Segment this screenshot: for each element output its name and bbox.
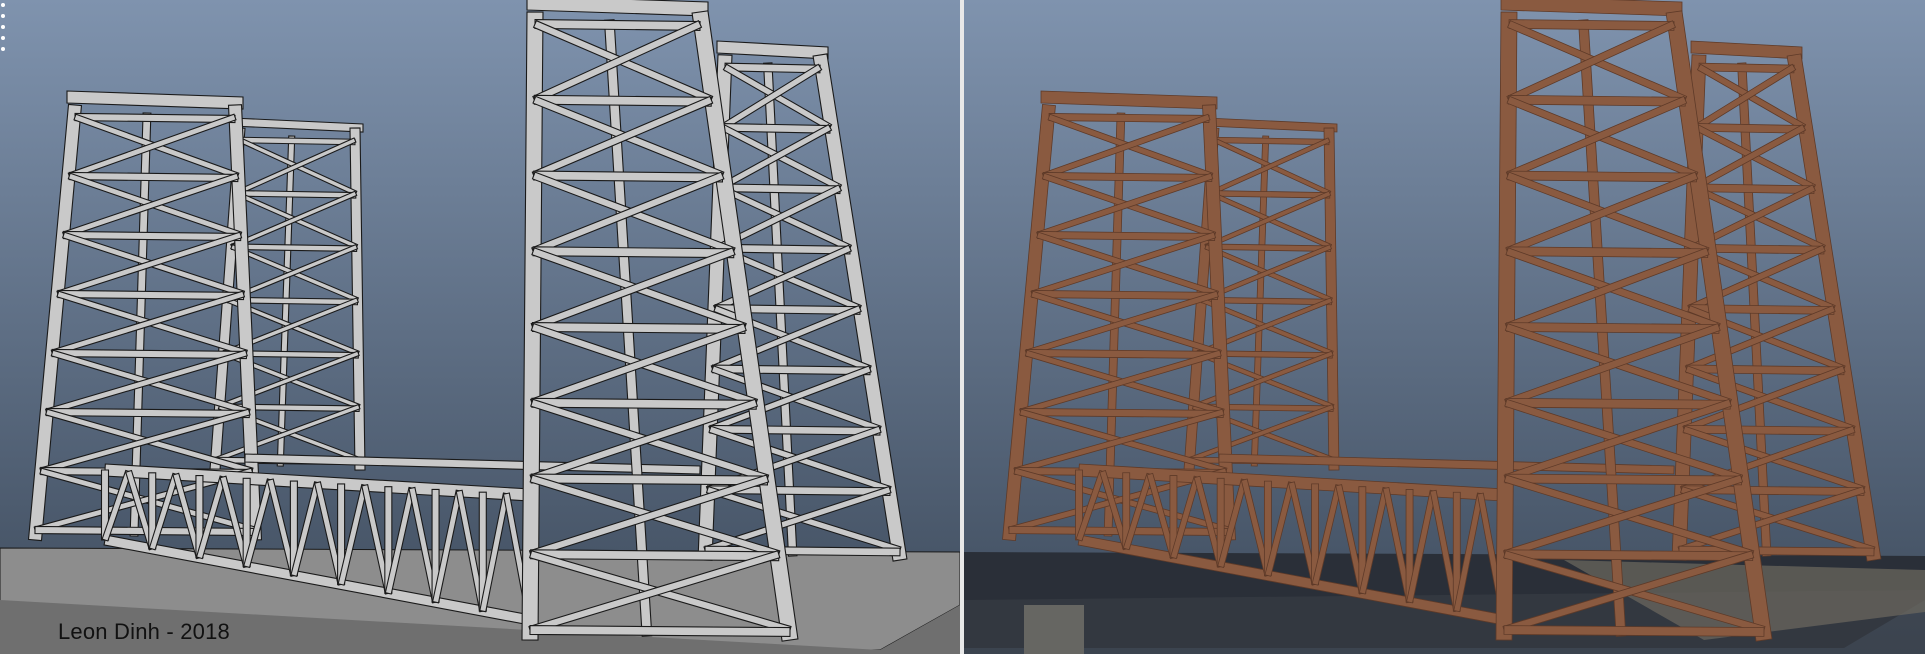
tower-front-right-strut — [533, 170, 724, 183]
tower-front-right-strut — [533, 94, 712, 107]
tower-front-right-strut — [530, 549, 780, 562]
tower-front-right-strut — [531, 397, 757, 410]
tower-front-right-strut — [1505, 397, 1731, 410]
tower-front-right-strut — [532, 246, 735, 259]
tower-back-right-strut — [1683, 424, 1855, 436]
tower-front-right-strut — [1506, 246, 1709, 259]
tower-front-left-strut — [57, 289, 245, 301]
wireframe-bridge-render — [0, 0, 960, 654]
tower-front-right-strut — [1507, 170, 1697, 183]
tower-back-right-strut — [1693, 183, 1815, 195]
tower-back-right-strut — [1686, 364, 1845, 376]
tower-front-right-strut — [1508, 19, 1675, 31]
tower-front-left-strut — [68, 171, 239, 183]
tower-front-right-strut — [1504, 473, 1742, 486]
tower-back-right-strut — [711, 364, 871, 376]
tower-front-left-strut — [1037, 231, 1216, 241]
tower-front-right-strut — [534, 19, 701, 31]
tower-front-right-strut — [1506, 322, 1720, 334]
wireframe-viewport[interactable]: Leon Dinh - 2018 — [0, 0, 960, 654]
tower-front-right-strut — [1507, 94, 1686, 107]
tower-front-left-strut — [51, 348, 248, 360]
tower-front-left-strut — [1025, 349, 1221, 359]
tower-front-right-strut — [531, 322, 746, 334]
tower-front-right-strut — [1504, 549, 1754, 562]
tower-front-left-strut — [1019, 408, 1224, 418]
tower-back-right-strut — [709, 424, 881, 436]
tower-front-left-strut — [45, 407, 250, 419]
tower-front-left-strut — [1031, 290, 1219, 300]
tower-front-left-strut — [62, 230, 242, 242]
tower-front-right-strut — [529, 625, 791, 637]
tower-front-right-strut — [1503, 625, 1765, 637]
tower-front-left-strut — [74, 112, 236, 124]
tower-front-right-strut — [530, 473, 769, 486]
textured-bridge-render — [964, 0, 1925, 654]
viewport-corner-marker — [0, 0, 6, 60]
author-caption: Leon Dinh - 2018 — [58, 619, 230, 644]
tower-front-left-strut — [1048, 113, 1210, 123]
textured-viewport[interactable] — [964, 0, 1925, 654]
tower-front-left-strut — [1042, 172, 1213, 182]
